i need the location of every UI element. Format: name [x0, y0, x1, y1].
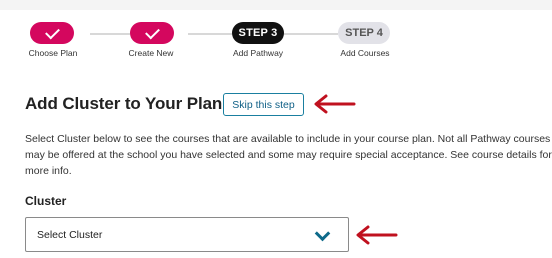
step-4-label: Add Courses — [340, 48, 390, 58]
step-connector — [284, 33, 338, 35]
step-1-badge[interactable] — [30, 22, 74, 44]
left-arrow-icon — [356, 225, 398, 245]
cluster-select[interactable]: Select Cluster — [25, 217, 349, 252]
cluster-select-value: Select Cluster — [37, 228, 103, 241]
step-3-label: Add Pathway — [232, 48, 284, 58]
check-icon — [144, 24, 160, 39]
step-4-badge: STEP 4 — [338, 22, 390, 44]
step-2-label: Create New — [128, 48, 174, 58]
description-text: Select Cluster below to see the courses … — [25, 133, 552, 177]
step-2-badge[interactable] — [130, 22, 174, 44]
step-connector — [188, 33, 232, 35]
skip-step-button[interactable]: Skip this step — [223, 93, 304, 116]
step-1-label: Choose Plan — [28, 48, 78, 58]
chevron-down-icon — [314, 225, 331, 242]
check-icon — [44, 24, 60, 39]
cluster-label: Cluster — [25, 194, 67, 208]
progress-stepper: Choose Plan Create New STEP 3 Add Pathwa… — [0, 22, 552, 68]
step-3-badge: STEP 3 — [232, 22, 284, 44]
left-arrow-icon — [314, 94, 356, 114]
page-title: Add Cluster to Your Plan — [25, 94, 223, 113]
step-connector — [90, 33, 130, 35]
top-bar — [0, 0, 552, 10]
